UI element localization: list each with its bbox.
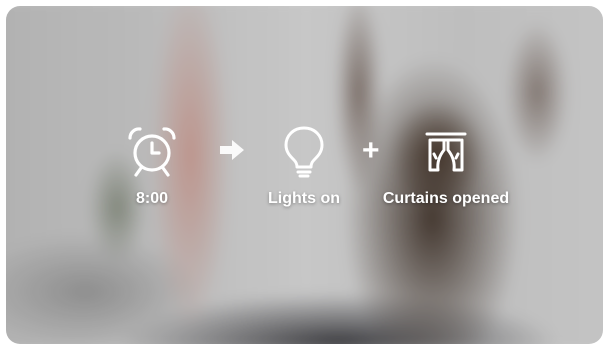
alarm-clock-icon [128,127,176,177]
alarm-step: 8:00 [118,124,186,208]
scene-card: 8:00 Lights on + Curtains opened [6,6,603,344]
lights-step: Lights on [256,124,352,208]
arrow-right-icon [218,139,246,166]
curtains-label: Curtains opened [382,190,510,207]
curtains-icon [425,132,467,172]
light-bulb-icon [284,126,324,178]
lights-label: Lights on [268,190,340,207]
automation-flow: 8:00 Lights on + Curtains opened [6,6,603,344]
curtains-step: Curtains opened [370,124,522,208]
alarm-time-label: 8:00 [135,190,169,207]
